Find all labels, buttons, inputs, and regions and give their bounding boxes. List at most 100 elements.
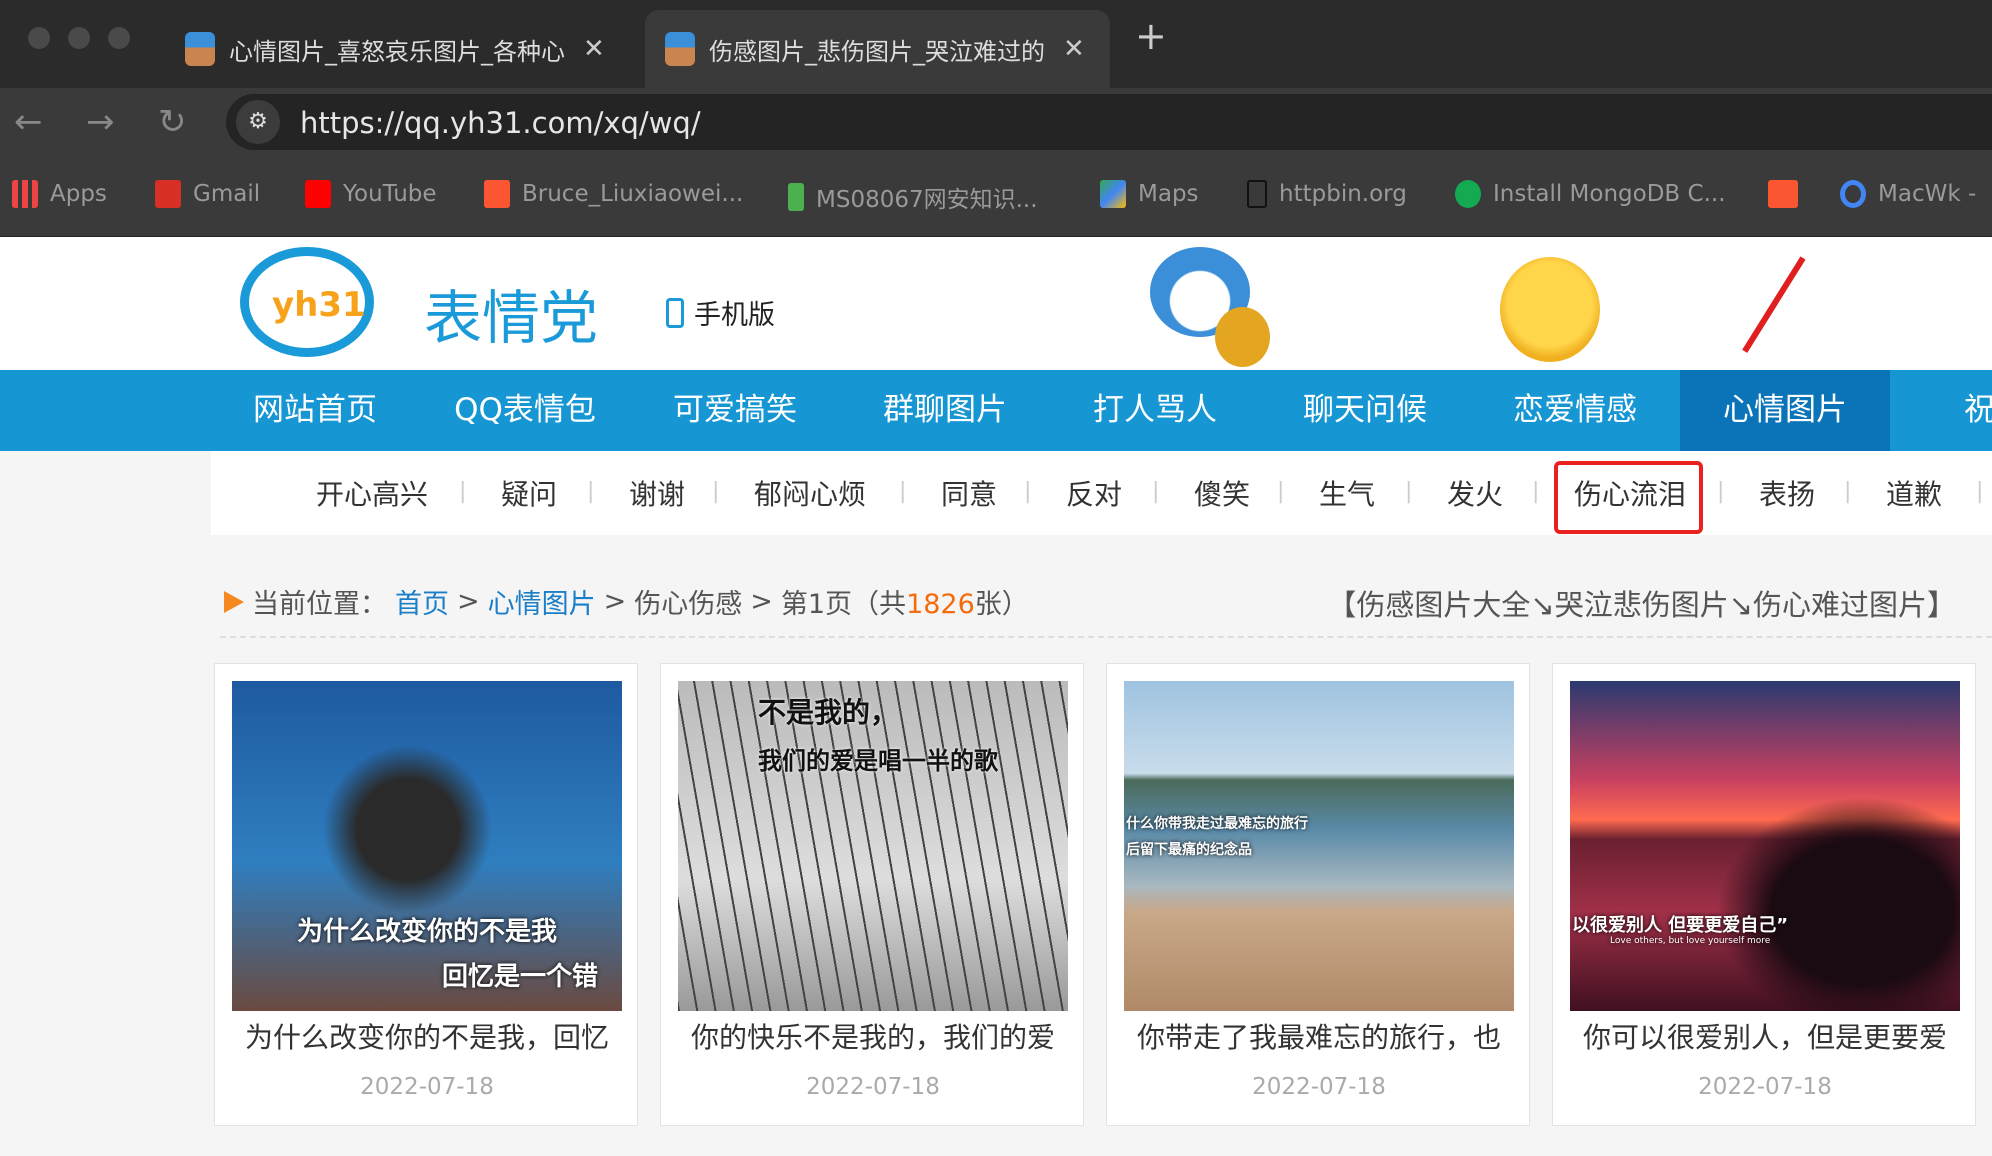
- separator: |: [1277, 479, 1285, 504]
- card-date: 2022-07-18: [1698, 1074, 1832, 1100]
- subnav-item[interactable]: 傻笑: [1194, 473, 1250, 513]
- site-settings-icon[interactable]: ⚙: [236, 100, 280, 144]
- subnav-item[interactable]: 道歉: [1886, 473, 1942, 513]
- breadcrumb-category[interactable]: 心情图片: [488, 582, 596, 621]
- separator: |: [1717, 479, 1725, 504]
- card-title[interactable]: 为什么改变你的不是我，回忆: [215, 1016, 639, 1056]
- bookmark-csdn[interactable]: Bruce_Liuxiaowei...: [484, 180, 743, 208]
- bookmark-macwk[interactable]: MacWk -: [1840, 180, 1976, 208]
- forward-icon[interactable]: →: [86, 102, 115, 142]
- new-tab-button[interactable]: +: [1135, 14, 1167, 58]
- httpbin-icon: [1247, 180, 1267, 208]
- site-header: yh31 表情党 手机版: [0, 237, 1992, 370]
- bookmark-apps[interactable]: Apps: [12, 180, 107, 208]
- main-nav: 网站首页QQ表情包可爱搞笑群聊图片打人骂人聊天问候恋爱情感心情图片祝福: [0, 370, 1992, 451]
- nav-item[interactable]: 祝福: [1890, 370, 1992, 451]
- close-tab-icon[interactable]: ✕: [583, 34, 605, 64]
- subnav-item[interactable]: 开心高兴: [316, 473, 428, 513]
- maximize-window-button[interactable]: [108, 27, 130, 49]
- tab-2-active[interactable]: 伤感图片_悲伤图片_哭泣难过的 ✕: [645, 10, 1110, 88]
- reload-icon[interactable]: ↻: [158, 102, 187, 142]
- card-date: 2022-07-18: [1252, 1074, 1386, 1100]
- separator: |: [1152, 479, 1160, 504]
- card-title[interactable]: 你的快乐不是我的，我们的爱: [661, 1016, 1085, 1056]
- subnav-item[interactable]: 郁闷心烦: [754, 473, 866, 513]
- total-count: 1826: [906, 589, 975, 620]
- youtube-icon: [305, 180, 331, 208]
- close-tab-icon[interactable]: ✕: [1063, 34, 1085, 64]
- address-bar-row: ← → ↻ ⚙ https://qq.yh31.com/xq/wq/: [0, 88, 1992, 156]
- card-title[interactable]: 你可以很爱别人，但是更要爱: [1553, 1016, 1977, 1056]
- tab-bar: 心情图片_喜怒哀乐图片_各种心 ✕ 伤感图片_悲伤图片_哭泣难过的 ✕ +: [0, 0, 1992, 88]
- nav-item[interactable]: 心情图片: [1680, 370, 1890, 451]
- card-title[interactable]: 你带走了我最难忘的旅行，也: [1107, 1016, 1531, 1056]
- separator: |: [712, 479, 720, 504]
- url-bar[interactable]: ⚙ https://qq.yh31.com/xq/wq/: [226, 94, 1992, 150]
- subnav-item[interactable]: 表扬: [1759, 473, 1815, 513]
- breadcrumb-home[interactable]: 首页: [395, 582, 449, 621]
- bookmark-gmail[interactable]: Gmail: [155, 180, 260, 208]
- plant-icon: [788, 183, 804, 211]
- nav-item[interactable]: 聊天问候: [1260, 370, 1470, 451]
- bookmark-mongodb[interactable]: Install MongoDB C...: [1455, 180, 1726, 208]
- subnav-item[interactable]: 谢谢: [629, 473, 685, 513]
- favicon-icon: [185, 32, 215, 66]
- csdn-icon: [1768, 180, 1798, 208]
- subnav-item[interactable]: 疑问: [501, 473, 557, 513]
- url-text[interactable]: https://qq.yh31.com/xq/wq/: [300, 106, 701, 140]
- card-date: 2022-07-18: [806, 1074, 940, 1100]
- close-window-button[interactable]: [28, 27, 50, 49]
- separator: |: [1405, 479, 1413, 504]
- bookmark-ms08067[interactable]: MS08067网安知识...: [788, 180, 1038, 214]
- nav-item[interactable]: 群聊图片: [840, 370, 1050, 451]
- subnav-item[interactable]: 同意: [941, 473, 997, 513]
- maps-icon: [1100, 180, 1126, 208]
- minimize-window-button[interactable]: [68, 27, 90, 49]
- image-card[interactable]: 什么你带我走过最难忘的旅行 后留下最痛的纪念品 你带走了我最难忘的旅行，也 20…: [1106, 663, 1530, 1126]
- separator: |: [587, 479, 595, 504]
- nav-item[interactable]: 打人骂人: [1050, 370, 1260, 451]
- separator: |: [1844, 479, 1852, 504]
- bookmark-youtube[interactable]: YouTube: [305, 180, 437, 208]
- bookmarks-bar: Apps Gmail YouTube Bruce_Liuxiaowei... M…: [0, 156, 1992, 237]
- image-card[interactable]: 不是我的， 我们的爱是唱一半的歌 你的快乐不是我的，我们的爱 2022-07-1…: [660, 663, 1084, 1126]
- subnav-item[interactable]: 发火: [1447, 473, 1503, 513]
- card-image[interactable]: 以很爱别人 但要更爱自己” Love others, but love your…: [1570, 681, 1960, 1011]
- favicon-icon: [665, 32, 695, 66]
- subnav-item[interactable]: 反对: [1066, 473, 1122, 513]
- tab-title: 心情图片_喜怒哀乐图片_各种心: [229, 37, 565, 66]
- mobile-version-link[interactable]: 手机版: [666, 293, 775, 332]
- subnav-item[interactable]: 生气: [1319, 473, 1375, 513]
- csdn-icon: [484, 180, 510, 208]
- nav-item[interactable]: QQ表情包: [420, 370, 630, 451]
- card-date: 2022-07-18: [360, 1074, 494, 1100]
- breadcrumb: 当前位置： 首页 > 心情图片 > 伤心伤感 > 第1页（共1826张）: [224, 582, 1029, 621]
- image-card[interactable]: 以很爱别人 但要更爱自己” Love others, but love your…: [1552, 663, 1976, 1126]
- card-image[interactable]: 为什么改变你的不是我 回忆是一个错: [232, 681, 622, 1011]
- nav-item[interactable]: 恋爱情感: [1470, 370, 1680, 451]
- tab-title: 伤感图片_悲伤图片_哭泣难过的: [709, 37, 1045, 66]
- tab-1[interactable]: 心情图片_喜怒哀乐图片_各种心 ✕: [165, 10, 625, 88]
- divider: [220, 636, 1992, 638]
- highlight-box-annotation: [1554, 461, 1703, 534]
- bookmark-httpbin[interactable]: httpbin.org: [1247, 180, 1407, 208]
- separator: |: [1024, 479, 1032, 504]
- mongodb-leaf-icon: [1455, 180, 1481, 208]
- sub-nav: 开心高兴 | 疑问 | 谢谢 | 郁闷心烦 | 同意 | 反对 | 傻笑 | 生气 | 发火 | 伤心流泪 | 表扬 | 道…: [211, 451, 1992, 535]
- back-icon[interactable]: ←: [14, 102, 43, 142]
- nav-item[interactable]: 网站首页: [210, 370, 420, 451]
- bookmark-maps[interactable]: Maps: [1100, 180, 1199, 208]
- nav-item[interactable]: 可爱搞笑: [630, 370, 840, 451]
- separator: |: [1976, 479, 1984, 504]
- image-card[interactable]: 为什么改变你的不是我 回忆是一个错 为什么改变你的不是我，回忆 2022-07-…: [214, 663, 638, 1126]
- card-image[interactable]: 不是我的， 我们的爱是唱一半的歌: [678, 681, 1068, 1011]
- macwk-icon: [1840, 180, 1866, 208]
- arrow-icon: [224, 590, 244, 613]
- separator: |: [899, 479, 907, 504]
- bookmark-csdn-2[interactable]: [1768, 180, 1798, 208]
- phone-icon: [666, 297, 684, 328]
- section-title: 【伤感图片大全↘哭泣悲伤图片↘伤心难过图片】: [1327, 588, 1956, 622]
- card-image[interactable]: 什么你带我走过最难忘的旅行 后留下最痛的纪念品: [1124, 681, 1514, 1011]
- gmail-icon: [155, 180, 181, 208]
- separator: |: [1532, 479, 1540, 504]
